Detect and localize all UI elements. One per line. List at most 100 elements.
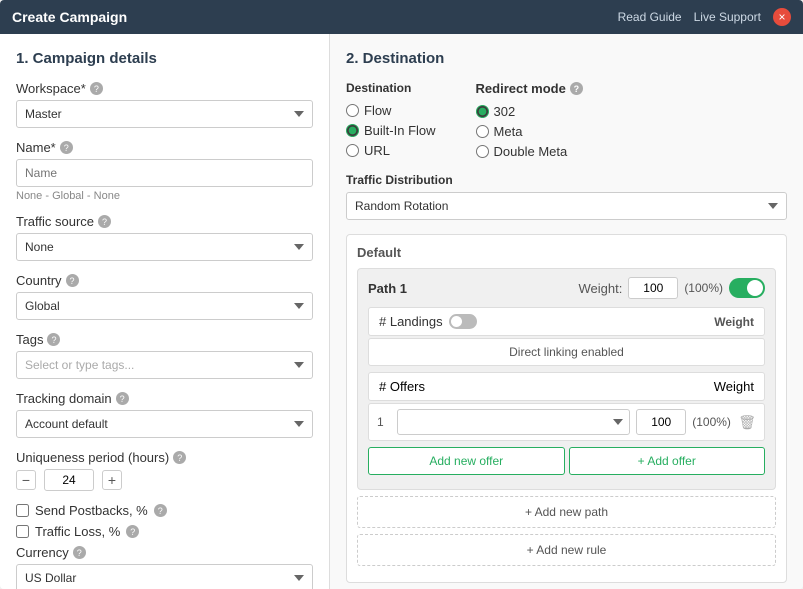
offers-weight-label: Weight <box>714 379 754 394</box>
weight-pct: (100%) <box>684 281 723 295</box>
default-box: Default Path 1 Weight: (100%) <box>346 234 787 583</box>
name-input[interactable] <box>16 159 313 187</box>
currency-field: Currency ? US Dollar <box>16 545 313 589</box>
redirect-mode-group: Redirect mode ? 302 Meta Double Meta <box>476 81 583 159</box>
country-label: Country ? <box>16 273 313 288</box>
landings-row: # Landings Weight <box>368 307 765 336</box>
traffic-loss-checkbox[interactable] <box>16 525 29 538</box>
destination-built-in-flow-row[interactable]: Built-In Flow <box>346 123 436 138</box>
currency-select[interactable]: US Dollar <box>16 564 313 589</box>
redirect-mode-help-icon[interactable]: ? <box>570 82 583 95</box>
uniqueness-input[interactable] <box>44 469 94 491</box>
landings-toggle-knob <box>451 316 462 327</box>
name-field: Name* ? None - Global - None <box>16 140 313 202</box>
redirect-double-meta-radio[interactable] <box>476 145 489 158</box>
workspace-help-icon[interactable]: ? <box>90 82 103 95</box>
traffic-source-help-icon[interactable]: ? <box>98 215 111 228</box>
destination-url-row[interactable]: URL <box>346 143 436 158</box>
name-help-icon[interactable]: ? <box>60 141 73 154</box>
workspace-select[interactable]: Master <box>16 100 313 128</box>
tags-select[interactable]: Select or type tags... <box>16 351 313 379</box>
offers-label: # Offers <box>379 379 425 394</box>
destination-flow-radio[interactable] <box>346 104 359 117</box>
tags-field: Tags ? Select or type tags... <box>16 332 313 379</box>
right-panel: 2. Destination Destination Flow Built-In… <box>330 34 803 589</box>
uniqueness-row: − + <box>16 469 313 491</box>
offer-delete-button[interactable]: 🗑 <box>738 414 756 431</box>
traffic-distribution-field: Traffic Distribution Random Rotation <box>346 173 787 220</box>
traffic-dist-select[interactable]: Random Rotation <box>346 192 787 220</box>
tags-help-icon[interactable]: ? <box>47 333 60 346</box>
modal-title: Create Campaign <box>12 9 127 25</box>
add-new-path-button[interactable]: + Add new path <box>357 496 776 528</box>
traffic-loss-help-icon[interactable]: ? <box>126 525 139 538</box>
modal-header: Create Campaign Read Guide Live Support … <box>0 0 803 34</box>
traffic-source-label: Traffic source ? <box>16 214 313 229</box>
live-support-link[interactable]: Live Support <box>694 10 761 24</box>
redirect-mode-label: Redirect mode ? <box>476 81 583 96</box>
add-new-offer-button[interactable]: Add new offer <box>368 447 565 475</box>
weight-row: Weight: (100%) <box>578 277 765 299</box>
country-select[interactable]: Global <box>16 292 313 320</box>
tracking-domain-field: Tracking domain ? Account default <box>16 391 313 438</box>
add-offer-button[interactable]: + Add offer <box>569 447 766 475</box>
path-header: Path 1 Weight: (100%) <box>368 277 765 299</box>
right-section-title: 2. Destination <box>346 50 787 67</box>
left-panel: 1. Campaign details Workspace* ? Master … <box>0 34 330 589</box>
tracking-domain-select[interactable]: Account default <box>16 410 313 438</box>
offer-select[interactable] <box>397 409 630 435</box>
currency-label: Currency ? <box>16 545 313 560</box>
destination-group-label: Destination <box>346 81 436 95</box>
direct-linking: Direct linking enabled <box>368 338 765 366</box>
tracking-domain-help-icon[interactable]: ? <box>116 392 129 405</box>
traffic-source-select[interactable]: None <box>16 233 313 261</box>
destination-built-in-flow-radio[interactable] <box>346 124 359 137</box>
add-offer-row: Add new offer + Add offer <box>368 447 765 475</box>
redirect-302-radio[interactable] <box>476 105 489 118</box>
name-label: Name* ? <box>16 140 313 155</box>
uniqueness-help-icon[interactable]: ? <box>173 451 186 464</box>
toggle-knob <box>747 280 763 296</box>
path-box: Path 1 Weight: (100%) # <box>357 268 776 490</box>
country-help-icon[interactable]: ? <box>66 274 79 287</box>
read-guide-link[interactable]: Read Guide <box>618 10 682 24</box>
path-toggle[interactable] <box>729 278 765 298</box>
send-postbacks-row: Send Postbacks, % ? <box>16 503 313 518</box>
workspace-field: Workspace* ? Master <box>16 81 313 128</box>
currency-help-icon[interactable]: ? <box>73 546 86 559</box>
path-weight-input[interactable] <box>628 277 678 299</box>
redirect-double-meta-row[interactable]: Double Meta <box>476 144 583 159</box>
destination-redirect-row: Destination Flow Built-In Flow URL <box>346 81 787 159</box>
destination-url-radio[interactable] <box>346 144 359 157</box>
uniqueness-plus-button[interactable]: + <box>102 470 122 490</box>
country-field: Country ? Global <box>16 273 313 320</box>
send-postbacks-help-icon[interactable]: ? <box>154 504 167 517</box>
destination-flow-label: Flow <box>364 103 391 118</box>
destination-flow-row[interactable]: Flow <box>346 103 436 118</box>
uniqueness-minus-button[interactable]: − <box>16 470 36 490</box>
tracking-domain-label: Tracking domain ? <box>16 391 313 406</box>
send-postbacks-checkbox[interactable] <box>16 504 29 517</box>
redirect-302-row[interactable]: 302 <box>476 104 583 119</box>
offer-pct: (100%) <box>692 415 732 429</box>
redirect-double-meta-label: Double Meta <box>494 144 568 159</box>
add-new-rule-button[interactable]: + Add new rule <box>357 534 776 566</box>
destination-group: Destination Flow Built-In Flow URL <box>346 81 436 159</box>
redirect-meta-row[interactable]: Meta <box>476 124 583 139</box>
landings-toggle[interactable] <box>449 314 477 329</box>
modal-body: 1. Campaign details Workspace* ? Master … <box>0 34 803 589</box>
tags-label: Tags ? <box>16 332 313 347</box>
header-actions: Read Guide Live Support × <box>618 8 791 26</box>
default-title: Default <box>357 245 776 260</box>
offers-header: # Offers Weight <box>368 372 765 401</box>
traffic-dist-label: Traffic Distribution <box>346 173 787 187</box>
redirect-meta-label: Meta <box>494 124 523 139</box>
close-button[interactable]: × <box>773 8 791 26</box>
weight-label: Weight: <box>578 281 622 296</box>
offer-weight-input[interactable] <box>636 409 686 435</box>
redirect-meta-radio[interactable] <box>476 125 489 138</box>
destination-built-in-flow-label: Built-In Flow <box>364 123 436 138</box>
left-section-title: 1. Campaign details <box>16 50 313 67</box>
landings-label-row: # Landings <box>379 314 477 329</box>
uniqueness-field: Uniqueness period (hours) ? − + <box>16 450 313 491</box>
